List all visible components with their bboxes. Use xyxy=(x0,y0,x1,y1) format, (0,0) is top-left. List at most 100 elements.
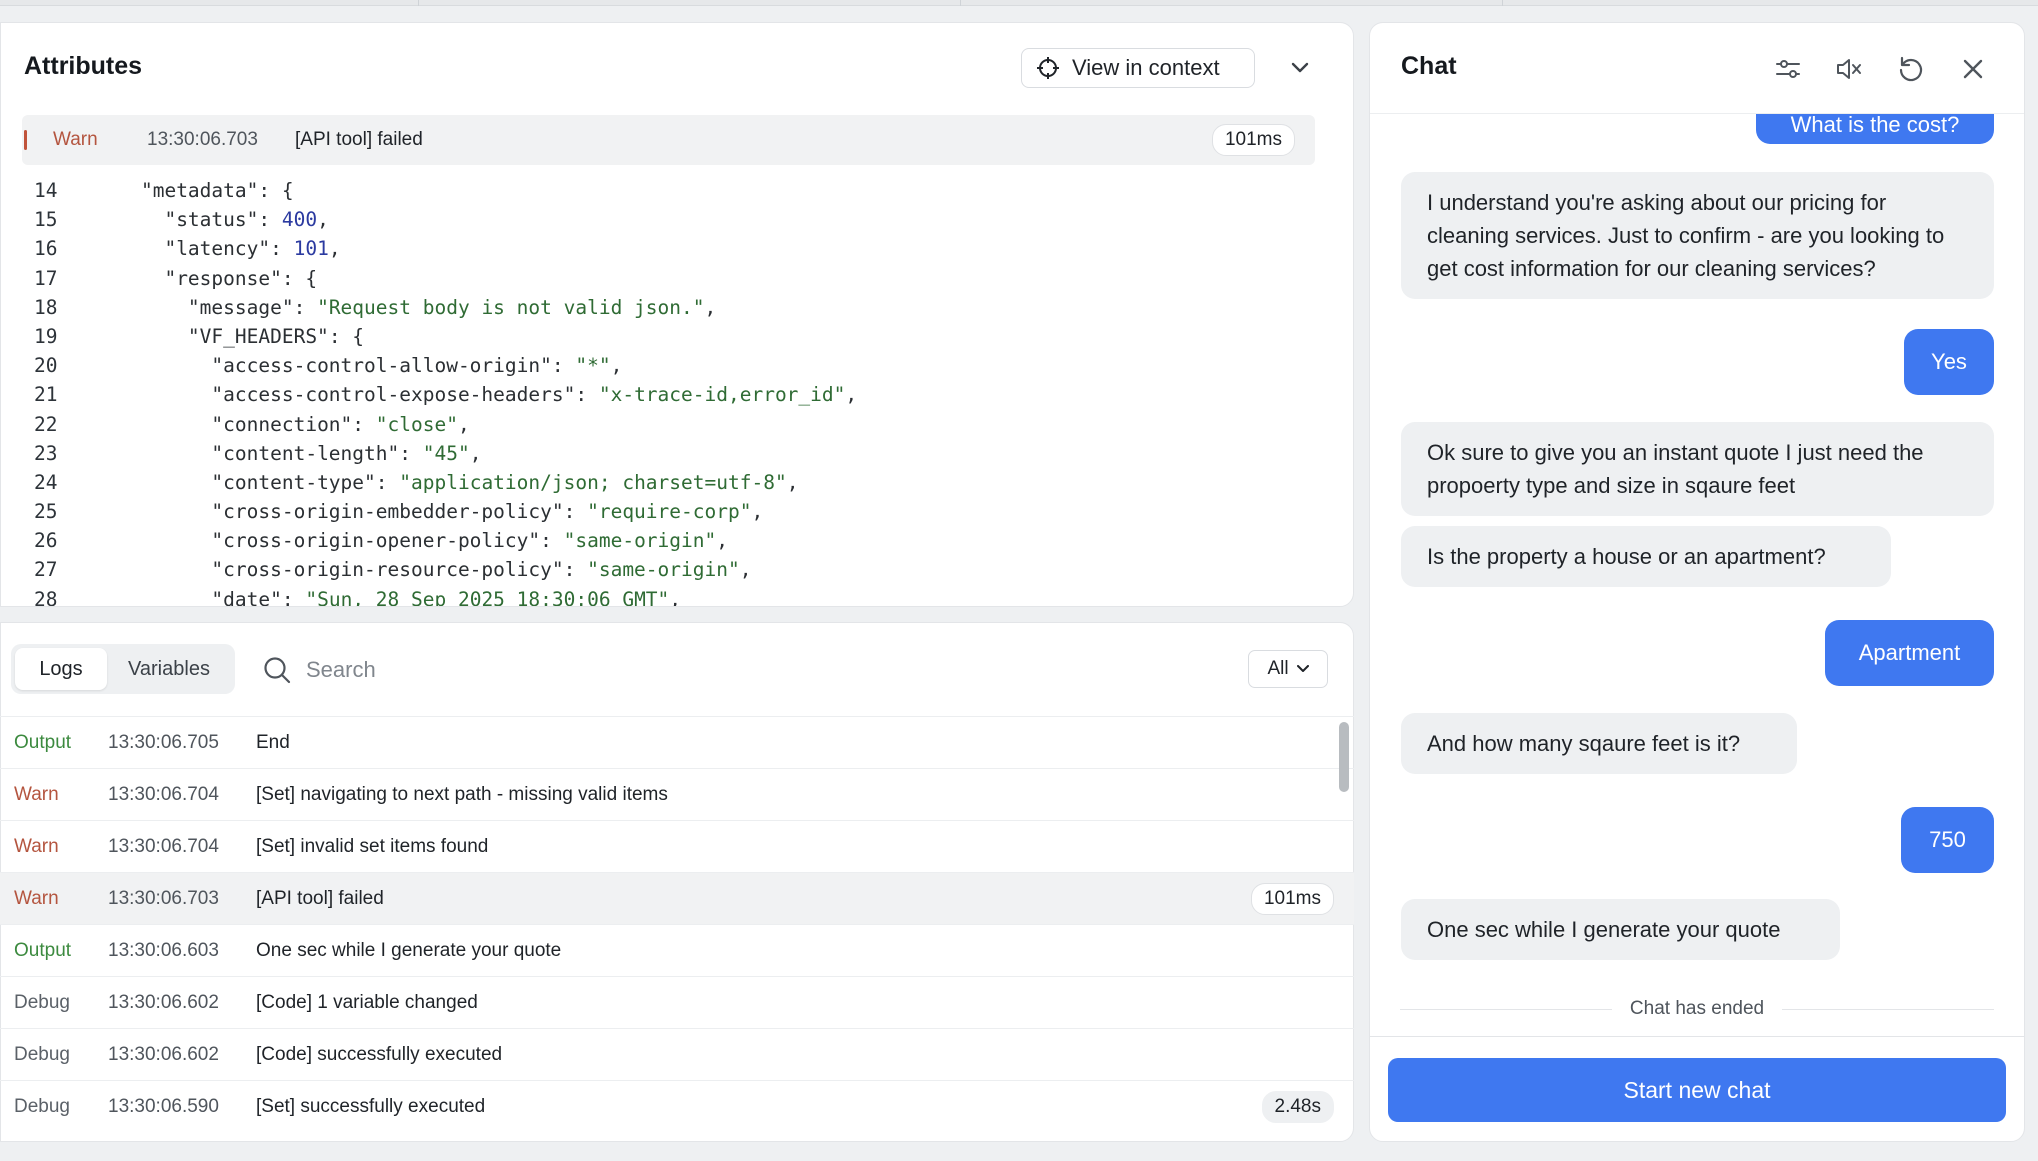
close-button[interactable] xyxy=(1958,54,1988,84)
code-token: , xyxy=(704,295,717,319)
warn-indicator-bar xyxy=(24,130,27,150)
code-line: 27 "cross-origin-resource-policy": "same… xyxy=(22,555,1332,584)
tab-variables[interactable]: Variables xyxy=(107,648,231,690)
code-token: "message" xyxy=(187,295,294,319)
log-level: Output xyxy=(14,731,72,753)
line-number: 14 xyxy=(34,179,58,202)
mute-button[interactable] xyxy=(1834,54,1864,84)
mute-icon xyxy=(1837,59,1861,79)
code-line: 20 "access-control-allow-origin": "*", xyxy=(22,351,1332,380)
log-row[interactable]: Debug 13:30:06.602 [Code] successfully e… xyxy=(0,1028,1354,1080)
duration-badge: 2.48s xyxy=(1261,1091,1334,1123)
user-message: Yes xyxy=(1904,329,1994,395)
code-token: "content-length" xyxy=(211,441,400,465)
log-message: [Set] invalid set items found xyxy=(256,835,489,857)
code-token: : xyxy=(352,412,376,436)
logs-variables-toggle: Logs Variables xyxy=(11,644,235,694)
code-token: "Request body is not valid json." xyxy=(317,295,705,319)
view-in-context-button[interactable]: View in context xyxy=(1021,48,1255,88)
code-line: 14 "metadata": { xyxy=(22,176,1332,205)
code-token: , xyxy=(317,208,329,232)
sliders-icon xyxy=(1776,60,1800,78)
chat-messages: What is the cost? I understand you're as… xyxy=(1370,114,2024,1036)
code-token: "cross-origin-embedder-policy" xyxy=(211,500,564,524)
code-token: , xyxy=(716,529,728,553)
log-row[interactable]: Warn 13:30:06.704 [Set] invalid set item… xyxy=(0,820,1354,872)
code-token: : xyxy=(563,500,588,524)
log-level: Warn xyxy=(14,835,59,857)
restart-icon xyxy=(1899,56,1923,82)
log-row[interactable]: Output 13:30:06.603 One sec while I gene… xyxy=(0,924,1354,976)
line-number: 21 xyxy=(34,383,58,407)
log-list: Output 13:30:06.705 End Warn 13:30:06.70… xyxy=(0,716,1354,1132)
log-message: One sec while I generate your quote xyxy=(256,939,562,961)
log-list-scrollbar[interactable] xyxy=(1339,722,1349,792)
duration-badge: 101ms xyxy=(1211,124,1295,156)
log-timestamp: 13:30:06.704 xyxy=(108,783,219,805)
line-number: 24 xyxy=(34,470,58,494)
log-timestamp: 13:30:06.602 xyxy=(108,991,219,1013)
code-token: "content-type" xyxy=(211,470,376,494)
line-number: 27 xyxy=(34,558,58,582)
code-token: : xyxy=(399,441,423,465)
code-token: , xyxy=(786,470,799,494)
log-timestamp: 13:30:06.703 xyxy=(108,887,219,909)
code-token: , xyxy=(610,354,623,378)
search-icon xyxy=(264,657,291,684)
start-new-chat-button[interactable]: Start new chat xyxy=(1388,1058,2006,1122)
level-filter-select[interactable]: All xyxy=(1248,650,1328,688)
search-input[interactable] xyxy=(306,657,706,683)
json-code-viewer[interactable]: 14 "metadata": {15 "status": 400, 16 "lat… xyxy=(22,176,1332,606)
line-number: 17 xyxy=(34,266,58,290)
code-token: : xyxy=(563,558,588,582)
code-token: "latency" xyxy=(164,237,271,261)
view-in-context-label: View in context xyxy=(1072,55,1220,80)
crosshair-icon xyxy=(1037,57,1059,79)
bot-message: I understand you're asking about our pri… xyxy=(1401,172,1994,299)
code-token: : { xyxy=(328,324,365,348)
code-line: 22 "connection": "close", xyxy=(22,410,1332,439)
log-row[interactable]: Warn 13:30:06.704 [Set] navigating to ne… xyxy=(0,768,1354,820)
log-message: End xyxy=(256,731,290,753)
tab-logs[interactable]: Logs xyxy=(15,648,107,690)
log-message: [Code] 1 variable changed xyxy=(256,991,478,1013)
code-line: 24 "content-type": "application/json; ch… xyxy=(22,468,1332,497)
code-line: 25 "cross-origin-embedder-policy": "requ… xyxy=(22,497,1332,526)
log-row[interactable]: Debug 13:30:06.602 [Code] 1 variable cha… xyxy=(0,976,1354,1028)
code-token: "metadata" xyxy=(140,179,259,202)
line-number: 25 xyxy=(34,500,58,524)
log-row-selected[interactable]: Warn 13:30:06.703 [API tool] failed 101m… xyxy=(0,872,1354,924)
log-message: [Set] navigating to next path - missing … xyxy=(256,783,668,805)
collapse-button[interactable] xyxy=(1286,54,1314,82)
code-token: , xyxy=(469,441,482,465)
line-number: 16 xyxy=(34,237,58,261)
code-token: "response" xyxy=(164,266,282,290)
log-timestamp: 13:30:06.704 xyxy=(108,835,219,857)
code-token: , xyxy=(457,412,470,436)
code-token: , xyxy=(669,587,682,606)
settings-button[interactable] xyxy=(1773,54,1803,84)
code-token: : { xyxy=(258,179,294,202)
user-message: What is the cost? xyxy=(1756,114,1994,144)
code-token: "45" xyxy=(422,441,470,465)
chat-footer-divider xyxy=(1370,1036,2024,1037)
attributes-title: Attributes xyxy=(24,52,143,80)
log-message: [Set] successfully executed xyxy=(256,1095,486,1117)
log-row[interactable]: Output 13:30:06.705 End xyxy=(0,716,1354,768)
search-bar xyxy=(262,650,762,690)
log-level: Warn xyxy=(53,129,98,150)
code-token: "access-control-expose-headers" xyxy=(211,383,576,407)
log-row[interactable]: Debug 13:30:06.590 [Set] successfully ex… xyxy=(0,1080,1354,1132)
code-token: : xyxy=(258,208,282,232)
code-token: "same-origin" xyxy=(587,558,740,582)
code-token: : xyxy=(575,383,599,407)
close-icon xyxy=(1963,59,1983,79)
top-tab-strip xyxy=(0,0,2038,6)
restart-button[interactable] xyxy=(1896,54,1926,84)
